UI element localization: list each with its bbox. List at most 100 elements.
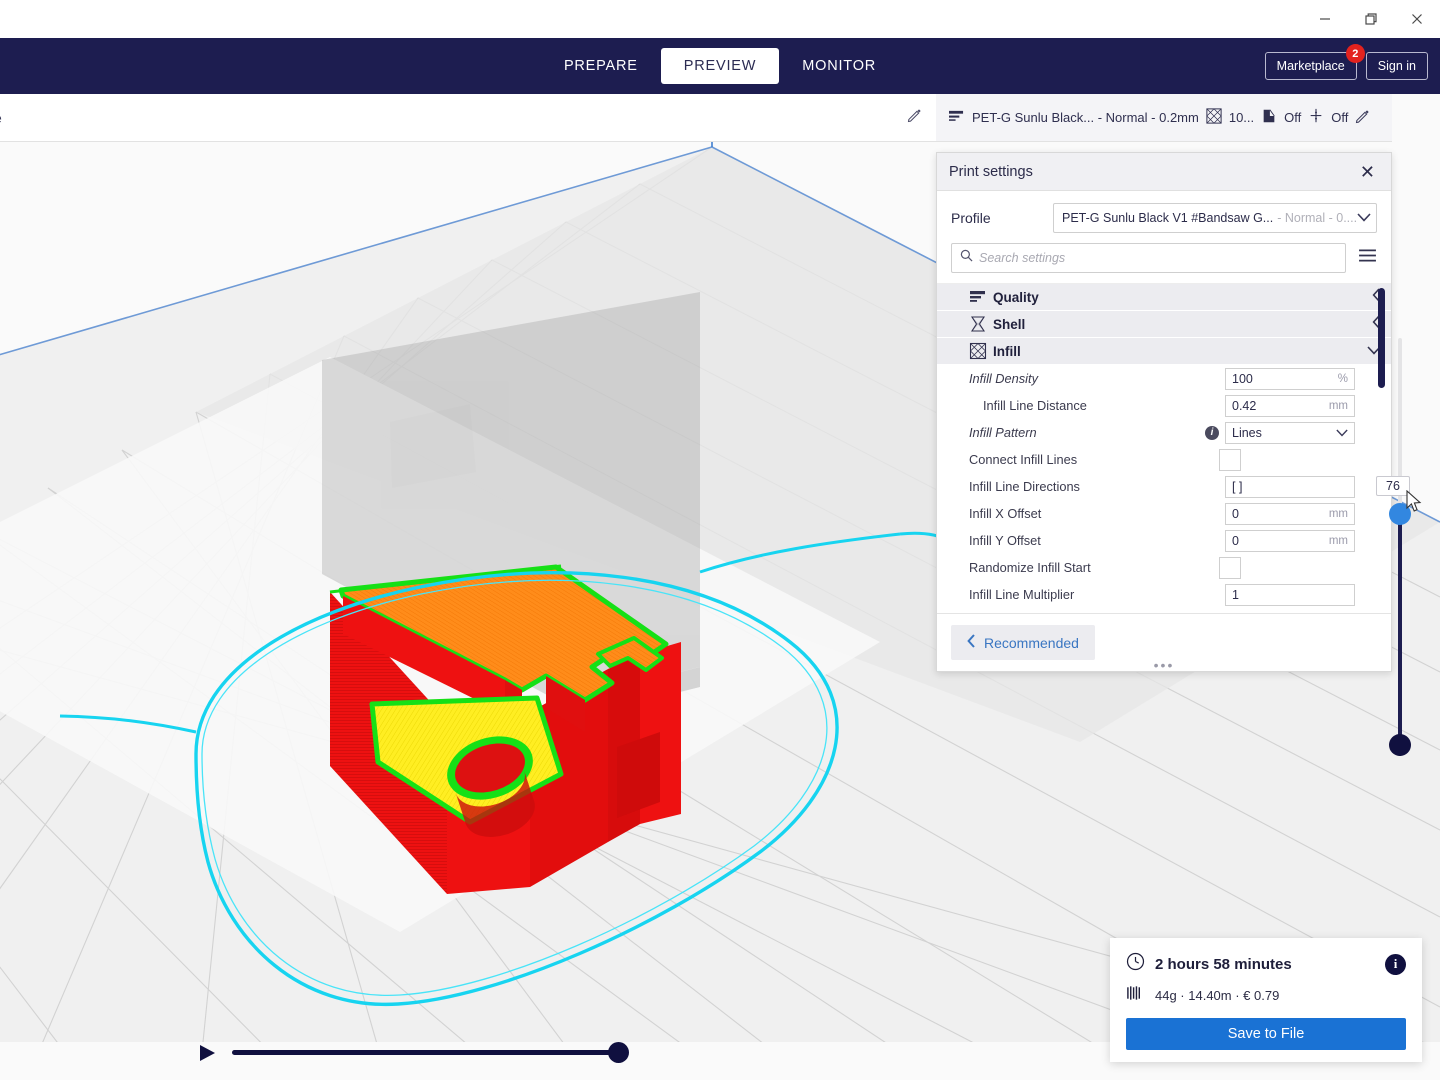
material-usage-value: 44g · 14.40m · € 0.79	[1155, 988, 1280, 1003]
setting-checkbox[interactable]	[1219, 448, 1241, 471]
support-icon	[1261, 108, 1277, 127]
marketplace-badge: 2	[1345, 44, 1365, 63]
setting-label: Randomize Infill Start	[969, 560, 1091, 575]
search-icon	[960, 249, 973, 267]
marketplace-button[interactable]: Marketplace 2	[1264, 44, 1365, 80]
setting-unit: mm	[1328, 399, 1348, 412]
print-settings-panel: Print settings ✕ Profile PET-G Sunlu Bla…	[936, 152, 1392, 672]
setting-connect-infill-lines: Connect Infill Lines	[937, 446, 1391, 473]
category-quality[interactable]: Quality	[937, 284, 1391, 311]
category-infill[interactable]: Infill	[937, 338, 1391, 365]
job-name-text[interactable]: e	[0, 110, 2, 126]
category-label: Shell	[993, 316, 1026, 332]
category-label: Infill	[993, 343, 1021, 359]
setting-pattern-dropdown[interactable]: Lines	[1225, 421, 1355, 444]
quality-lines-icon	[969, 288, 987, 306]
profile-subtext: - Normal - 0....	[1277, 211, 1358, 225]
save-to-file-button[interactable]: Save to File	[1126, 1018, 1406, 1050]
setting-value: 0.42	[1232, 398, 1257, 413]
setting-infill-line-directions: Infill Line Directions [ ]	[937, 473, 1391, 500]
pencil-icon[interactable]	[907, 108, 922, 128]
setting-value-input[interactable]: 100 %	[1225, 367, 1355, 390]
setting-value-input[interactable]: 1	[1225, 583, 1355, 606]
window-controls	[1302, 0, 1440, 38]
restore-icon[interactable]	[1348, 0, 1394, 38]
pencil-icon[interactable]	[1355, 109, 1370, 127]
category-label: Quality	[993, 289, 1039, 305]
setting-label: Infill Line Multiplier	[969, 587, 1075, 602]
setting-checkbox[interactable]	[1219, 556, 1241, 579]
setting-label: Connect Infill Lines	[969, 452, 1078, 467]
material-usage-row: 44g · 14.40m · € 0.79	[1126, 985, 1406, 1006]
settings-menu-icon[interactable]	[1358, 248, 1377, 268]
setting-infill-line-multiplier: Infill Line Multiplier 1	[937, 581, 1391, 608]
profile-value: PET-G Sunlu Black V1 #Bandsaw G...	[1062, 211, 1274, 225]
close-icon[interactable]	[1394, 0, 1440, 38]
setting-label: Infill Line Distance	[983, 398, 1087, 413]
setting-value-input[interactable]: 0 mm	[1225, 502, 1355, 525]
chevron-left-icon	[967, 634, 976, 651]
profile-dropdown[interactable]: PET-G Sunlu Black V1 #Bandsaw G... - Nor…	[1053, 203, 1377, 233]
setting-value: 100	[1232, 371, 1253, 386]
layer-slider-tooltip: 76	[1376, 476, 1410, 496]
info-icon[interactable]: i	[1205, 425, 1219, 440]
recommended-mode-button[interactable]: Recommended	[951, 625, 1095, 660]
panel-title: Print settings	[949, 163, 1033, 180]
setting-value: 0	[1232, 506, 1239, 521]
tab-monitor[interactable]: MONITOR	[779, 48, 899, 84]
job-name-bar: e	[0, 94, 940, 142]
recommended-label: Recommended	[984, 634, 1079, 651]
tab-preview[interactable]: PREVIEW	[660, 48, 780, 84]
close-icon[interactable]: ✕	[1356, 161, 1379, 183]
setting-value: Lines	[1232, 425, 1262, 440]
setting-value: [ ]	[1232, 479, 1243, 494]
profile-label: Profile	[951, 210, 991, 226]
setting-value: 0	[1232, 533, 1239, 548]
simulation-playback-slider[interactable]	[198, 1040, 638, 1066]
tab-prepare[interactable]: PREPARE	[541, 48, 661, 84]
layer-view-slider[interactable]: 76	[1376, 338, 1426, 756]
filament-icon	[1126, 985, 1145, 1006]
layer-slider-lower-handle[interactable]	[1389, 734, 1411, 756]
search-row	[937, 241, 1391, 283]
playback-track[interactable]	[232, 1050, 618, 1055]
search-input[interactable]	[979, 251, 1337, 265]
signin-button[interactable]: Sign in	[1365, 52, 1428, 80]
category-shell[interactable]: Shell	[937, 311, 1391, 338]
playback-handle[interactable]	[608, 1042, 629, 1063]
top-navigation-bar: DIY PREPARE PREVIEW MONITOR Marketplace …	[0, 38, 1440, 94]
machine-config-bar[interactable]: PET-G Sunlu Black... - Normal - 0.2mm 10…	[936, 94, 1392, 142]
setting-label: Infill X Offset	[969, 506, 1042, 521]
setting-label: Infill Y Offset	[969, 533, 1041, 548]
window-title-bar	[0, 0, 1440, 38]
play-icon[interactable]	[198, 1043, 218, 1068]
marketplace-label: Marketplace	[1276, 59, 1345, 73]
setting-unit: mm	[1328, 534, 1348, 547]
print-info-card: 2 hours 58 minutes i 44g · 14.40m · € 0.…	[1110, 938, 1422, 1062]
setting-value-input[interactable]: [ ]	[1225, 475, 1355, 498]
setting-infill-y-offset: Infill Y Offset 0 mm	[937, 527, 1391, 554]
setting-value-input[interactable]: 0 mm	[1225, 529, 1355, 552]
panel-header: Print settings ✕	[937, 153, 1391, 191]
setting-label: Infill Pattern	[969, 425, 1037, 440]
chevron-down-icon	[1357, 211, 1371, 225]
infill-hatch-icon	[969, 342, 987, 360]
setting-infill-density: Infill Density 100 %	[937, 365, 1391, 392]
infill-icon	[1206, 108, 1222, 127]
settings-list[interactable]: Quality Shell Infill Infill Density 100 …	[937, 283, 1391, 613]
setting-infill-pattern: Infill Pattern i Lines	[937, 419, 1391, 446]
search-box[interactable]	[951, 243, 1346, 273]
print-time-row: 2 hours 58 minutes i	[1126, 952, 1406, 976]
chevron-down-icon	[1336, 426, 1348, 440]
minimize-icon[interactable]	[1302, 0, 1348, 38]
quality-lines-icon	[948, 109, 965, 127]
info-icon[interactable]: i	[1385, 953, 1406, 975]
mouse-cursor-icon	[1406, 489, 1422, 519]
setting-unit: mm	[1328, 507, 1348, 520]
layer-slider-range	[1398, 514, 1402, 756]
panel-resize-grip[interactable]: •••	[937, 658, 1391, 672]
setting-value-input[interactable]: 0.42 mm	[1225, 394, 1355, 417]
setting-randomize-infill-start: Randomize Infill Start	[937, 554, 1391, 581]
print-time-value: 2 hours 58 minutes	[1155, 955, 1292, 973]
config-material-text: PET-G Sunlu Black... - Normal - 0.2mm	[972, 110, 1199, 125]
